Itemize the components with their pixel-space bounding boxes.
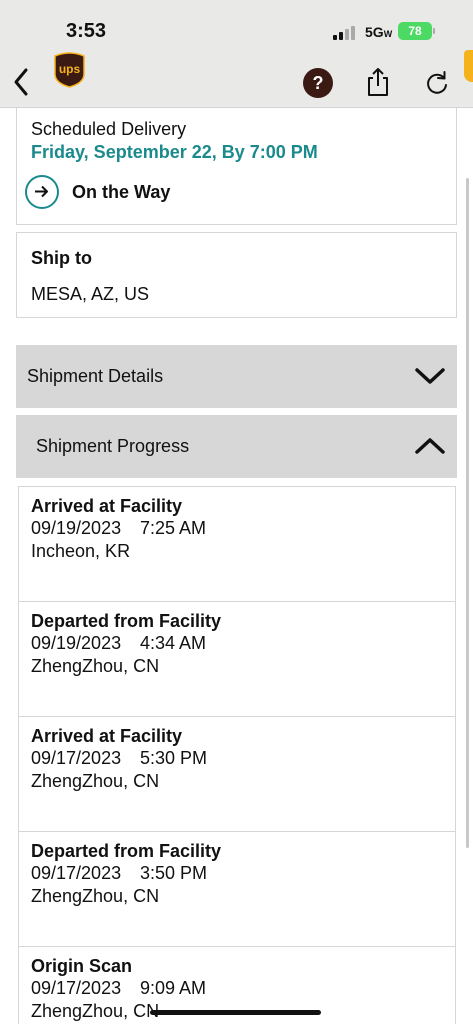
progress-event: Arrived at Facility 09/17/2023 5:30 PM Z… xyxy=(19,717,455,832)
event-location: ZhengZhou, CN xyxy=(31,886,160,906)
event-date: 09/17/2023 xyxy=(31,863,122,883)
shipment-progress-label: Shipment Progress xyxy=(36,436,190,456)
event-date: 09/17/2023 xyxy=(31,748,122,768)
battery-icon: 78 xyxy=(398,22,435,40)
event-location: ZhengZhou, CN xyxy=(31,1001,160,1021)
refresh-icon xyxy=(427,71,447,94)
home-indicator[interactable] xyxy=(150,1010,321,1015)
svg-text:ups: ups xyxy=(59,62,81,76)
event-time: 7:25 AM xyxy=(140,518,207,538)
event-status: Arrived at Facility xyxy=(31,726,183,746)
help-button[interactable]: ? xyxy=(303,68,333,98)
back-button[interactable] xyxy=(10,64,34,100)
event-time: 4:34 AM xyxy=(140,633,207,653)
event-time: 3:50 PM xyxy=(140,863,208,883)
event-location: ZhengZhou, CN xyxy=(31,656,160,676)
arrow-right-circle-icon xyxy=(25,175,59,209)
progress-list: Arrived at Facility 09/19/2023 7:25 AM I… xyxy=(18,486,456,1024)
top-bar: 3:53 5GW 78 ups ? xyxy=(0,0,473,108)
cellular-signal-icon xyxy=(333,26,357,40)
network-indicator: 5GW xyxy=(365,24,393,40)
ups-shield-icon xyxy=(464,50,473,82)
ship-to-address: MESA, AZ, US xyxy=(31,284,150,304)
chevron-down-icon xyxy=(415,368,445,384)
event-status: Arrived at Facility xyxy=(31,496,183,516)
shipment-progress-toggle[interactable]: Shipment Progress xyxy=(16,415,457,478)
delivery-card: Scheduled Delivery Friday, September 22,… xyxy=(16,108,457,225)
event-time: 9:09 AM xyxy=(140,978,207,998)
event-date: 09/17/2023 xyxy=(31,978,122,998)
status-time: 3:53 xyxy=(66,20,107,42)
shipment-details-label: Shipment Details xyxy=(27,366,164,386)
event-status: Departed from Facility xyxy=(31,611,222,631)
event-date: 09/19/2023 xyxy=(31,518,122,538)
event-date: 09/19/2023 xyxy=(31,633,122,653)
shipment-details-toggle[interactable]: Shipment Details xyxy=(16,345,457,408)
refresh-button[interactable] xyxy=(425,70,449,96)
scheduled-delivery-date: Friday, September 22, By 7:00 PM xyxy=(31,142,318,162)
event-status: Origin Scan xyxy=(31,956,133,976)
event-location: Incheon, KR xyxy=(31,541,131,561)
ups-logo: ups xyxy=(54,52,85,88)
chevron-left-icon xyxy=(14,68,28,96)
chevron-up-icon xyxy=(415,438,445,454)
event-location: ZhengZhou, CN xyxy=(31,771,160,791)
scrollbar[interactable] xyxy=(466,178,469,848)
event-status: Departed from Facility xyxy=(31,841,222,861)
share-icon xyxy=(368,68,388,96)
ship-to-title: Ship to xyxy=(31,248,92,268)
progress-event: Departed from Facility 09/19/2023 4:34 A… xyxy=(19,602,455,717)
share-button[interactable] xyxy=(366,67,390,97)
ship-to-card: Ship to MESA, AZ, US xyxy=(16,232,457,318)
progress-event: Arrived at Facility 09/19/2023 7:25 AM I… xyxy=(19,487,455,602)
delivery-status: On the Way xyxy=(72,182,171,202)
progress-event: Departed from Facility 09/17/2023 3:50 P… xyxy=(19,832,455,947)
event-time: 5:30 PM xyxy=(140,748,208,768)
scheduled-delivery-label: Scheduled Delivery xyxy=(31,119,187,139)
